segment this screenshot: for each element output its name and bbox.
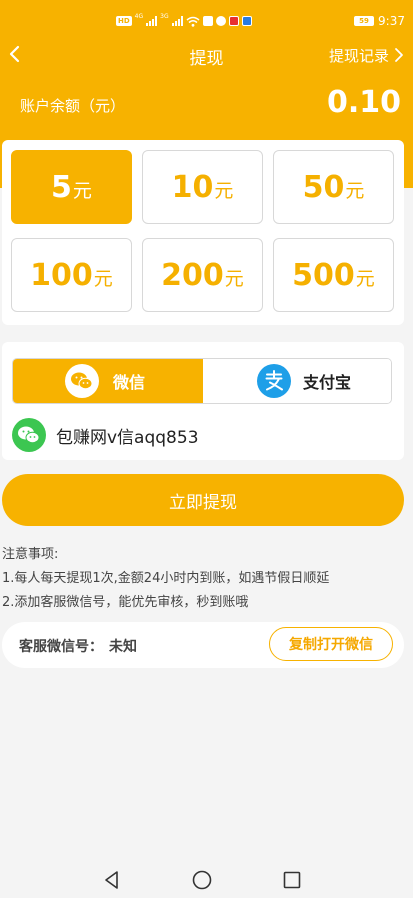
withdraw-record-link[interactable]: 提现记录 [329,45,389,66]
wechat-pay-option[interactable]: 微信 [13,359,203,403]
amount-number: 500 [292,257,355,293]
amount-number: 5 [51,169,72,205]
customer-service-card: 客服微信号： 未知 复制打开微信 [2,622,404,668]
notice-line-1: 1.每人每天提现1次,金额24小时内到账，如遇节假日顺延 [2,571,330,586]
wechat-icon [65,364,99,398]
alipay-label: 支付宝 [303,373,352,392]
wechat-icon [12,418,46,452]
network-type-2: 3G [160,13,169,20]
balance-value: 0.10 [326,85,401,120]
app-notification-icon [202,16,213,26]
balance-label: 账户余额（元） [20,97,126,115]
amount-option-10[interactable]: 10 元 [142,150,263,224]
amount-unit: 元 [72,179,92,202]
red-app-icon [228,16,239,26]
blue-app-icon [241,16,252,26]
amount-option-200[interactable]: 200 元 [142,238,263,312]
signal-icon-2 [171,16,183,26]
system-navigation-bar [0,860,413,898]
amount-option-500[interactable]: 500 元 [273,238,394,312]
notice-title: 注意事项: [2,547,59,562]
amount-unit: 元 [214,179,234,202]
amount-option-50[interactable]: 50 元 [273,150,394,224]
notice-section: 注意事项: 1.每人每天提现1次,金额24小时内到账，如遇节假日顺延 2.添加客… [2,546,410,618]
amount-option-100[interactable]: 100 元 [11,238,132,312]
network-type-1: 4G [134,13,144,20]
status-bar: HD 4G 3G 59 9:37 [0,0,413,40]
notice-line-2: 2.添加客服微信号，能优先审核，秒到账哦 [2,595,249,610]
amount-number: 100 [30,257,93,293]
amount-unit: 元 [93,267,113,290]
page-title-text: 提现 [189,49,224,69]
back-triangle-icon[interactable] [100,868,124,892]
home-circle-icon[interactable] [190,868,214,892]
alipay-icon [257,364,291,398]
amount-unit: 元 [345,179,365,202]
amount-number: 50 [302,169,345,205]
payment-account-row: 包赚网v信aqq853 [12,418,199,452]
service-label: 客服微信号： [19,639,103,655]
wifi-icon [186,16,200,27]
alipay-option[interactable]: 支付宝 [203,359,391,403]
status-time: 9:37 [378,14,405,28]
amount-number: 200 [161,257,224,293]
hd-badge: HD [116,16,132,26]
signal-icon [146,16,158,26]
amount-unit: 元 [224,267,244,290]
amount-selector: 5元 10 元 50 元 100 元 200 元 500 元 [2,140,404,325]
status-right: 59 9:37 [354,13,405,29]
withdraw-now-button[interactable]: 立即提现 [2,474,404,526]
amount-unit: 元 [355,267,375,290]
status-indicators: HD 4G 3G [116,14,252,28]
amount-number: 10 [171,169,214,205]
payment-method-card: 微信 支付宝 包赚网v信aqq853 [2,342,404,460]
service-wechat-info: 客服微信号： 未知 [19,636,137,656]
amount-option-5[interactable]: 5元 [11,150,132,224]
copy-open-wechat-button[interactable]: 复制打开微信 [269,627,393,661]
chevron-right-icon[interactable] [391,44,407,66]
service-value: 未知 [109,639,137,655]
recents-square-icon[interactable] [280,868,304,892]
payment-toggle: 微信 支付宝 [12,358,392,404]
battery-icon: 59 [354,16,375,26]
wechat-pay-label: 微信 [113,373,146,392]
chat-notification-icon [215,16,226,26]
payment-account: 包赚网v信aqq853 [56,427,199,448]
